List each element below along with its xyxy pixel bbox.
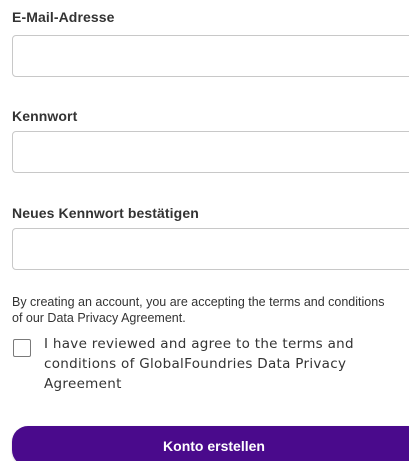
email-label: E-Mail-Adresse [12,9,115,25]
agree-checkbox-label[interactable]: I have reviewed and agree to the terms a… [44,334,374,394]
registration-form: E-Mail-Adresse Kennwort Neues Kennwort b… [0,0,409,461]
agree-checkbox[interactable] [13,339,31,357]
confirm-password-field[interactable] [12,228,409,270]
create-account-button[interactable]: Konto erstellen [12,426,409,461]
email-field[interactable] [12,35,409,77]
create-account-button-label: Konto erstellen [163,438,265,454]
confirm-password-label: Neues Kennwort bestätigen [12,205,199,221]
password-field[interactable] [12,131,409,173]
password-label: Kennwort [12,108,78,124]
terms-notice: By creating an account, you are acceptin… [12,295,385,325]
